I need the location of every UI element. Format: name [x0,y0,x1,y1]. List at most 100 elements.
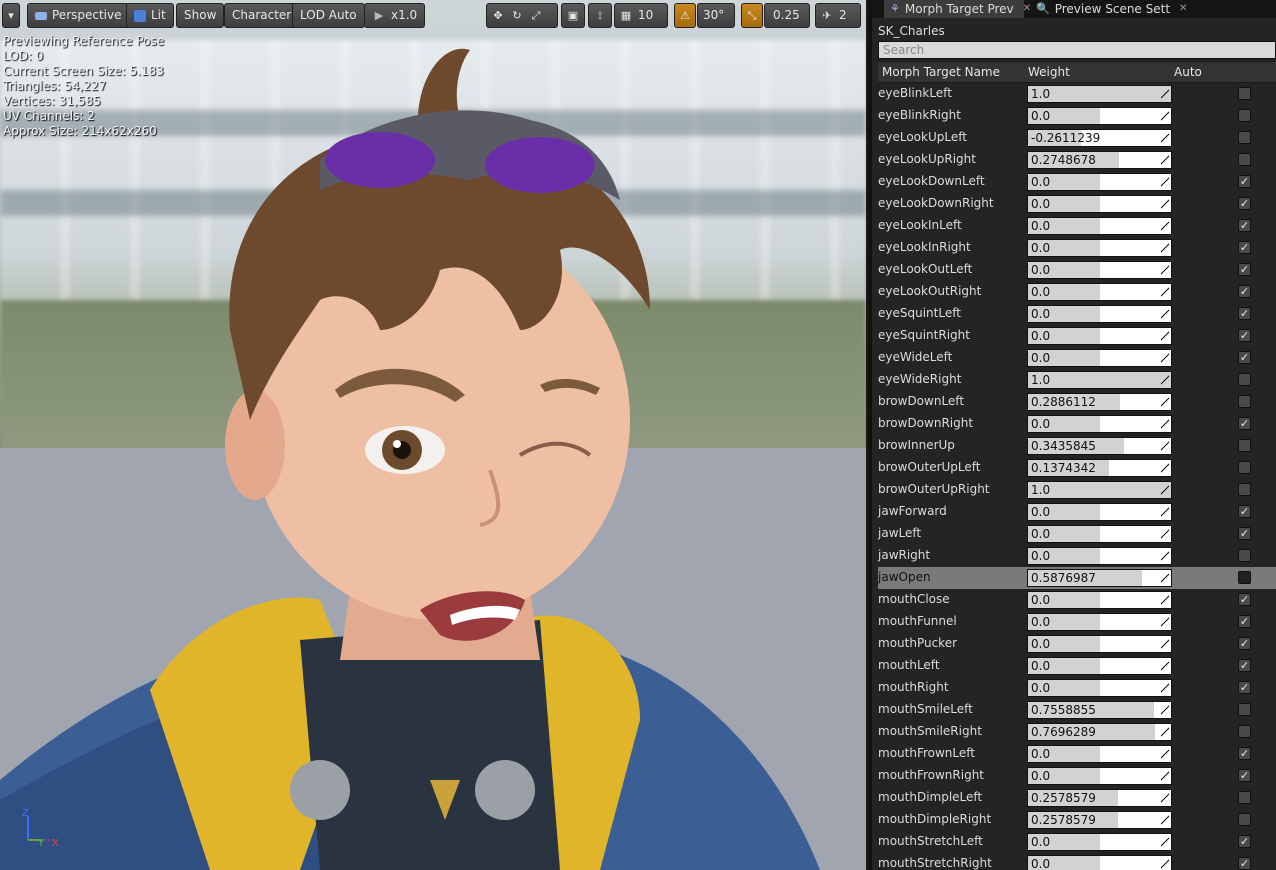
morph-target-row[interactable]: mouthClose 0.0 ✓ [878,589,1276,611]
auto-checkbox[interactable]: ✓ [1238,835,1251,848]
weight-slider-input[interactable]: 0.0 [1027,679,1172,697]
morph-target-row[interactable]: eyeSquintLeft 0.0 ✓ [878,303,1276,325]
weight-slider-input[interactable]: 0.0 [1027,635,1172,653]
weight-slider-input[interactable]: 0.0 [1027,525,1172,543]
weight-slider-input[interactable]: 0.0 [1027,547,1172,565]
auto-checkbox[interactable] [1238,395,1251,408]
weight-slider-input[interactable]: 1.0 [1027,481,1172,499]
weight-slider-input[interactable]: 0.0 [1027,613,1172,631]
scale-icon[interactable]: ⤢ [529,9,543,23]
auto-checkbox[interactable]: ✓ [1238,659,1251,672]
auto-checkbox[interactable]: ✓ [1238,747,1251,760]
morph-target-row[interactable]: jawLeft 0.0 ✓ [878,523,1276,545]
weight-slider-input[interactable]: 0.0 [1027,855,1172,870]
weight-slider-input[interactable]: 0.5876987 [1027,569,1172,587]
lit-mode-button[interactable]: Lit [126,3,174,28]
auto-checkbox[interactable]: ✓ [1238,681,1251,694]
weight-slider-input[interactable]: 0.0 [1027,173,1172,191]
weight-slider-input[interactable]: 0.0 [1027,349,1172,367]
morph-target-row[interactable]: browOuterUpRight 1.0 [878,479,1276,501]
weight-slider-input[interactable]: 0.0 [1027,767,1172,785]
translate-icon[interactable]: ✥ [491,9,505,23]
weight-slider-input[interactable]: 0.2748678 [1027,151,1172,169]
weight-slider-input[interactable]: -0.2611239 [1027,129,1172,147]
morph-target-row[interactable]: eyeBlinkRight 0.0 [878,105,1276,127]
morph-target-row[interactable]: eyeWideLeft 0.0 ✓ [878,347,1276,369]
morph-target-row[interactable]: eyeLookInRight 0.0 ✓ [878,237,1276,259]
auto-checkbox[interactable]: ✓ [1238,769,1251,782]
auto-checkbox[interactable] [1238,571,1251,584]
auto-checkbox[interactable] [1238,813,1251,826]
auto-checkbox[interactable]: ✓ [1238,241,1251,254]
weight-slider-input[interactable]: 0.7696289 [1027,723,1172,741]
auto-checkbox[interactable] [1238,725,1251,738]
coordinate-space-button[interactable]: ▣ [561,3,585,28]
weight-slider-input[interactable]: 0.7558855 [1027,701,1172,719]
auto-checkbox[interactable] [1238,373,1251,386]
close-icon[interactable]: ✕ [1179,0,1187,18]
auto-checkbox[interactable]: ✓ [1238,219,1251,232]
morph-target-row[interactable]: mouthStretchRight 0.0 ✓ [878,853,1276,870]
morph-target-row[interactable]: eyeLookOutLeft 0.0 ✓ [878,259,1276,281]
morph-target-row[interactable]: eyeWideRight 1.0 [878,369,1276,391]
auto-checkbox[interactable]: ✓ [1238,417,1251,430]
auto-checkbox[interactable]: ✓ [1238,263,1251,276]
viewport-options-menu[interactable]: ▾ [2,3,20,28]
weight-slider-input[interactable]: 0.3435845 [1027,437,1172,455]
column-header-auto[interactable]: Auto [1174,65,1202,79]
auto-checkbox[interactable]: ✓ [1238,329,1251,342]
auto-checkbox[interactable]: ✓ [1238,175,1251,188]
auto-checkbox[interactable] [1238,87,1251,100]
weight-slider-input[interactable]: 1.0 [1027,371,1172,389]
morph-target-row[interactable]: eyeLookUpLeft -0.2611239 [878,127,1276,149]
weight-slider-input[interactable]: 0.0 [1027,261,1172,279]
morph-target-row[interactable]: eyeLookDownLeft 0.0 ✓ [878,171,1276,193]
morph-target-row[interactable]: browDownLeft 0.2886112 [878,391,1276,413]
auto-checkbox[interactable] [1238,461,1251,474]
rotate-icon[interactable]: ↻ [510,9,524,23]
playback-speed-button[interactable]: ▶ x1.0 [364,3,426,28]
show-button[interactable]: Show [176,3,225,28]
column-header-weight[interactable]: Weight [1028,65,1070,79]
weight-slider-input[interactable]: 0.0 [1027,833,1172,851]
morph-target-row[interactable]: mouthSmileLeft 0.7558855 [878,699,1276,721]
auto-checkbox[interactable] [1238,483,1251,496]
preview-viewport[interactable]: ▾ Perspective Lit Show Character LOD Aut… [0,0,866,870]
auto-checkbox[interactable] [1238,549,1251,562]
morph-target-row[interactable]: eyeSquintRight 0.0 ✓ [878,325,1276,347]
morph-target-row[interactable]: mouthFrownLeft 0.0 ✓ [878,743,1276,765]
auto-checkbox[interactable]: ✓ [1238,285,1251,298]
weight-slider-input[interactable]: 0.2578579 [1027,789,1172,807]
auto-checkbox[interactable]: ✓ [1238,615,1251,628]
weight-slider-input[interactable]: 0.0 [1027,657,1172,675]
tab-preview-scene-settings[interactable]: 🔍 Preview Scene Sett ✕ [1030,0,1187,18]
auto-checkbox[interactable]: ✓ [1238,593,1251,606]
tab-morph-target-preview[interactable]: ⚘ Morph Target Prev ✕ [884,0,1031,18]
weight-slider-input[interactable]: 0.0 [1027,503,1172,521]
morph-target-row[interactable]: mouthSmileRight 0.7696289 [878,721,1276,743]
search-input[interactable]: Search [878,41,1276,59]
auto-checkbox[interactable]: ✓ [1238,197,1251,210]
morph-target-row[interactable]: mouthPucker 0.0 ✓ [878,633,1276,655]
morph-target-row[interactable]: eyeLookInLeft 0.0 ✓ [878,215,1276,237]
auto-checkbox[interactable] [1238,153,1251,166]
morph-target-row[interactable]: mouthFrownRight 0.0 ✓ [878,765,1276,787]
perspective-button[interactable]: Perspective [27,3,130,28]
auto-checkbox[interactable]: ✓ [1238,351,1251,364]
weight-slider-input[interactable]: 0.0 [1027,283,1172,301]
weight-slider-input[interactable]: 0.1374342 [1027,459,1172,477]
column-header-name[interactable]: Morph Target Name [882,65,1000,79]
weight-slider-input[interactable]: 0.0 [1027,239,1172,257]
character-button[interactable]: Character [224,3,300,28]
morph-target-row[interactable]: mouthDimpleRight 0.2578579 [878,809,1276,831]
auto-checkbox[interactable]: ✓ [1238,505,1251,518]
auto-checkbox[interactable]: ✓ [1238,857,1251,870]
lod-button[interactable]: LOD Auto [292,3,365,28]
morph-target-row[interactable]: jawForward 0.0 ✓ [878,501,1276,523]
morph-target-row[interactable]: eyeLookUpRight 0.2748678 [878,149,1276,171]
weight-slider-input[interactable]: 0.0 [1027,107,1172,125]
auto-checkbox[interactable]: ✓ [1238,637,1251,650]
morph-target-row[interactable]: jawRight 0.0 [878,545,1276,567]
rotation-snap-value-button[interactable]: 30° [697,3,735,28]
weight-slider-input[interactable]: 0.0 [1027,327,1172,345]
